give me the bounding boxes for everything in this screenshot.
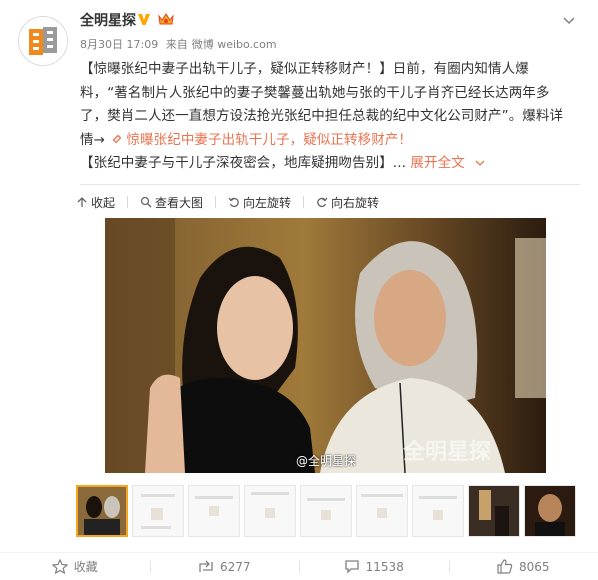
toolbar-separator [215, 196, 216, 208]
thumbnail-strip [76, 485, 580, 537]
post-via: 来自 [166, 38, 188, 51]
content-line: 了，樊肖二人还一直想方设法抢光张纪中担任总裁的纪中文化公司财产”。爆料详 [80, 105, 580, 129]
collapse-button[interactable]: 收起 [76, 194, 115, 211]
article-link[interactable]: 惊曝张纪中妻子出轨干儿子，疑似正转移财产！ [109, 132, 412, 148]
favorite-button[interactable]: 收藏 [0, 553, 150, 580]
rotate-left-label[interactable]: 向左旋转 [243, 194, 291, 211]
star-icon [52, 559, 68, 574]
action-bar: 收藏 6277 11538 8065 [0, 552, 598, 580]
rotate-left-icon [228, 196, 240, 208]
thumbnail[interactable] [412, 485, 464, 537]
chevron-down-icon[interactable] [562, 16, 576, 26]
comment-count[interactable]: 11538 [366, 560, 404, 574]
image-toolbar: 收起 查看大图 向左旋转 向右旋转 [76, 192, 391, 212]
thumbnail[interactable] [524, 485, 576, 537]
thumbs-up-icon [497, 559, 513, 574]
content-line-prefix: 情→ [80, 132, 105, 148]
post-content: 【惊曝张纪中妻子出轨干儿子，疑似正转移财产！】日前，有圈内知情人爆 料，“著名制… [80, 58, 580, 176]
content-line: 【惊曝张纪中妻子出轨干儿子，疑似正转移财产！】日前，有圈内知情人爆 [80, 58, 580, 82]
photo-credit: @全明星探 [296, 452, 356, 469]
content-line: 【张纪中妻子与干儿子深夜密会，地库疑拥吻告别】... 展开全文 [80, 152, 580, 176]
repost-count[interactable]: 6277 [220, 560, 251, 574]
username[interactable]: 全明星探 [80, 10, 136, 30]
content-line: 料，“著名制片人张纪中的妻子樊馨蔓出轨她与张的干儿子肖齐已经长达两年多 [80, 82, 580, 106]
content-line-text: 【张纪中妻子与干儿子深夜密会，地库疑拥吻告别】... [80, 155, 406, 171]
thumbnail[interactable] [468, 485, 520, 537]
photo-watermark: 全明星探 [403, 434, 491, 466]
comment-button[interactable]: 11538 [299, 553, 449, 580]
post-meta: 8月30日 17:09 来自微博 weibo.com [80, 36, 281, 52]
divider [80, 184, 580, 185]
view-large-button[interactable]: 查看大图 [140, 194, 203, 211]
collapse-label[interactable]: 收起 [91, 194, 115, 211]
rotate-left-button[interactable]: 向左旋转 [228, 194, 291, 211]
post-source[interactable]: 微博 weibo.com [192, 38, 277, 51]
like-count[interactable]: 8065 [519, 560, 550, 574]
avatar[interactable] [18, 16, 68, 66]
post-time[interactable]: 8月30日 17:09 [80, 38, 158, 51]
repost-icon [198, 560, 214, 574]
thumbnail[interactable] [356, 485, 408, 537]
content-line: 情→ 惊曝张纪中妻子出轨干儿子，疑似正转移财产！ [80, 129, 580, 153]
comment-icon [344, 559, 360, 574]
thumbnail[interactable] [132, 485, 184, 537]
rotate-right-icon [316, 196, 328, 208]
toolbar-separator [127, 196, 128, 208]
view-large-label[interactable]: 查看大图 [155, 194, 203, 211]
magnifier-icon [140, 196, 152, 208]
rotate-right-button[interactable]: 向右旋转 [316, 194, 379, 211]
rotate-right-label[interactable]: 向右旋转 [331, 194, 379, 211]
expand-full-text-link[interactable]: 展开全文 [410, 155, 485, 171]
verified-icon [137, 12, 151, 26]
thumbnail[interactable] [244, 485, 296, 537]
favorite-label[interactable]: 收藏 [74, 558, 98, 575]
collapse-icon [76, 196, 88, 208]
like-button[interactable]: 8065 [449, 553, 598, 580]
member-crown-icon[interactable] [157, 11, 175, 27]
toolbar-separator [303, 196, 304, 208]
article-link-text[interactable]: 惊曝张纪中妻子出轨干儿子，疑似正转移财产！ [126, 132, 412, 148]
expand-chevron-icon [475, 160, 485, 167]
link-icon [111, 133, 123, 145]
expand-label[interactable]: 展开全文 [410, 155, 464, 171]
thumbnail[interactable] [300, 485, 352, 537]
thumbnail[interactable] [76, 485, 128, 537]
thumbnail[interactable] [188, 485, 240, 537]
repost-button[interactable]: 6277 [150, 553, 300, 580]
